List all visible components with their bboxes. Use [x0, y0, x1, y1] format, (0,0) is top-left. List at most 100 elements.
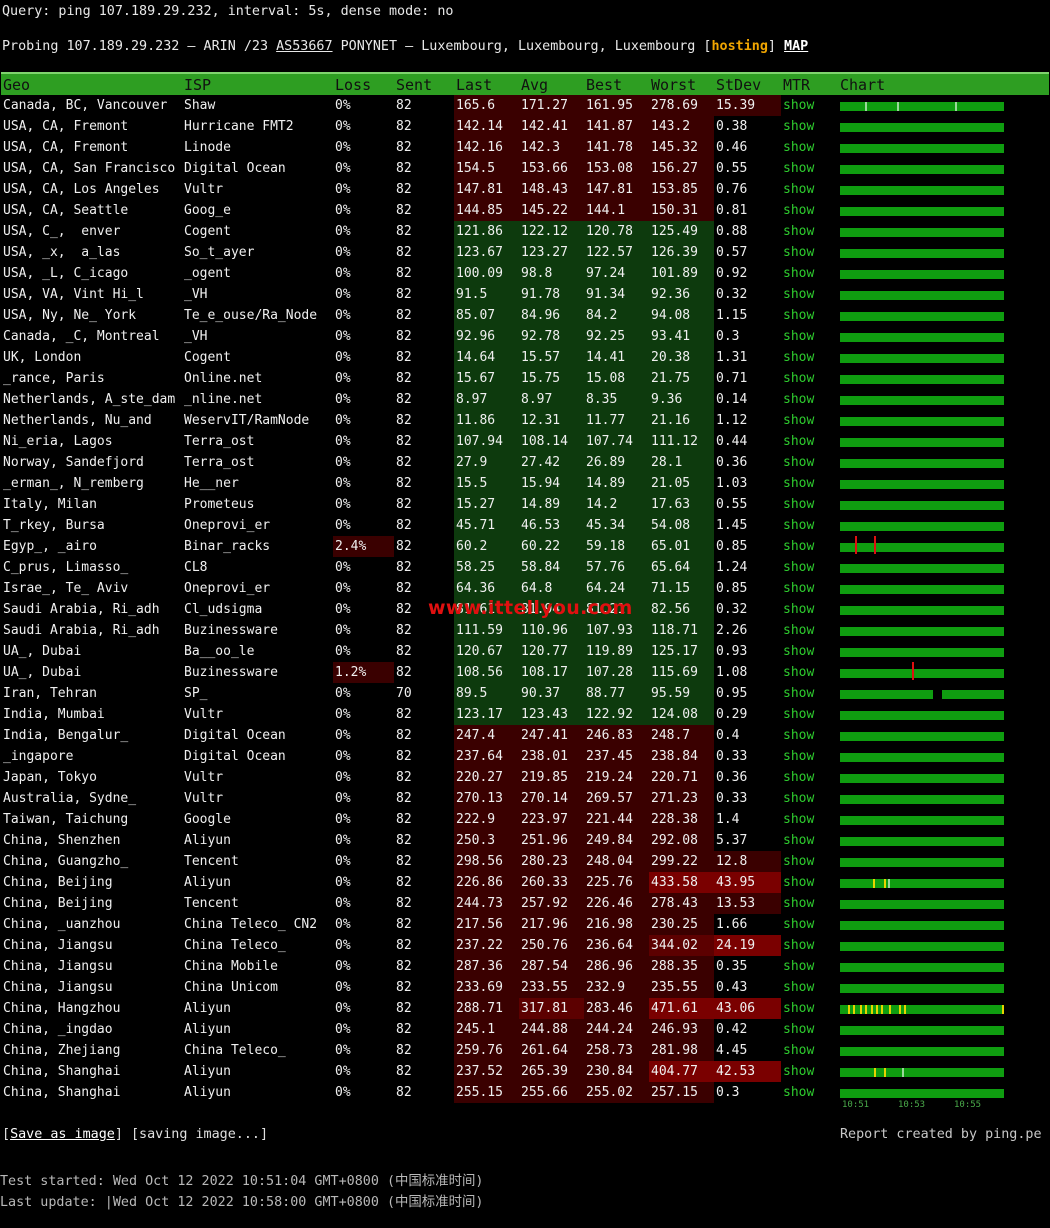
- mtr-show-link[interactable]: show: [781, 536, 838, 557]
- avg-cell: 123.43: [519, 704, 584, 725]
- mtr-show-link[interactable]: show: [781, 1082, 838, 1103]
- table-row: China, Zhejiang China Teleco_ 0% 82 259.76 26…: [1, 1040, 1049, 1061]
- mtr-show-link[interactable]: show: [781, 242, 838, 263]
- asn-link[interactable]: AS53667: [276, 39, 332, 54]
- mtr-show-link[interactable]: show: [781, 410, 838, 431]
- mtr-show-link[interactable]: show: [781, 620, 838, 641]
- geo-cell: China, Jiangsu: [3, 980, 113, 995]
- mtr-show-link[interactable]: show: [781, 851, 838, 872]
- isp-cell: Te_e_ouse/Ra_Node: [184, 308, 318, 323]
- last-cell: 288.71: [454, 998, 519, 1019]
- mtr-show-link[interactable]: show: [781, 347, 838, 368]
- mtr-show-link[interactable]: show: [781, 977, 838, 998]
- loss-cell: 0%: [335, 476, 351, 491]
- mtr-show-link[interactable]: show: [781, 872, 838, 893]
- geo-cell: UK, London: [3, 350, 82, 365]
- stdev-cell: 0.42: [716, 1022, 748, 1037]
- mtr-show-link[interactable]: show: [781, 830, 838, 851]
- map-link[interactable]: MAP: [784, 39, 808, 54]
- isp-cell: China Teleco_: [184, 938, 286, 953]
- loss-cell: 0%: [335, 938, 351, 953]
- loss-cell: 0%: [335, 1022, 351, 1037]
- mtr-show-link[interactable]: show: [781, 200, 838, 221]
- mtr-show-link[interactable]: show: [781, 95, 838, 116]
- last-cell: 64.36: [454, 578, 519, 599]
- geo-cell: USA, VA, Vint Hi_l: [3, 287, 144, 302]
- mtr-show-link[interactable]: show: [781, 116, 838, 137]
- chart-cell: [838, 242, 1049, 263]
- chart-cell: [838, 704, 1049, 725]
- chart-cell: [838, 725, 1049, 746]
- mtr-show-link[interactable]: show: [781, 179, 838, 200]
- isp-cell: Cogent: [184, 350, 231, 365]
- mtr-show-link[interactable]: show: [781, 368, 838, 389]
- stdev-cell: 0.81: [716, 203, 748, 218]
- mtr-show-link[interactable]: show: [781, 704, 838, 725]
- avg-cell: 98.8: [519, 263, 584, 284]
- loss-cell: 0%: [335, 791, 351, 806]
- mtr-show-link[interactable]: show: [781, 137, 838, 158]
- mtr-show-link[interactable]: show: [781, 1019, 838, 1040]
- best-cell: 91.34: [584, 284, 649, 305]
- latency-bar: [840, 228, 1004, 237]
- chart-axis-label: 10:55: [954, 1100, 982, 1110]
- mtr-show-link[interactable]: show: [781, 914, 838, 935]
- column-header: StDev: [714, 72, 781, 95]
- isp-cell: Buzinessware: [184, 665, 278, 680]
- mtr-show-link[interactable]: show: [781, 1040, 838, 1061]
- mtr-show-link[interactable]: show: [781, 158, 838, 179]
- probe-line: Probing 107.189.29.232 — ARIN /23 AS5366…: [2, 39, 808, 54]
- sent-cell: 82: [396, 917, 412, 932]
- best-cell: 246.83: [584, 725, 649, 746]
- mtr-show-link[interactable]: show: [781, 935, 838, 956]
- latency-spike: [887, 879, 890, 888]
- mtr-show-link[interactable]: show: [781, 473, 838, 494]
- worst-cell: 126.39: [649, 242, 714, 263]
- mtr-show-link[interactable]: show: [781, 788, 838, 809]
- mtr-show-link[interactable]: show: [781, 326, 838, 347]
- save-as-image-button[interactable]: Save as image: [10, 1127, 115, 1142]
- mtr-show-link[interactable]: show: [781, 515, 838, 536]
- latency-bar: [840, 837, 1004, 846]
- table-row: USA, C_, enver Cogent 0% 82 121.86 122.12 120.…: [1, 221, 1049, 242]
- stdev-cell: 0.38: [716, 119, 748, 134]
- mtr-show-link[interactable]: show: [781, 725, 838, 746]
- loss-cell: 0%: [335, 371, 351, 386]
- table-row: China, Jiangsu China Unicom 0% 82 233.69 233.…: [1, 977, 1049, 998]
- best-cell: 141.78: [584, 137, 649, 158]
- mtr-show-link[interactable]: show: [781, 452, 838, 473]
- mtr-show-link[interactable]: show: [781, 305, 838, 326]
- geo-cell: Iran, Tehran: [3, 686, 97, 701]
- chart-cell: [838, 788, 1049, 809]
- avg-cell: 123.27: [519, 242, 584, 263]
- column-header: Sent: [394, 72, 454, 95]
- last-cell: 8.97: [454, 389, 519, 410]
- mtr-show-link[interactable]: show: [781, 746, 838, 767]
- mtr-show-link[interactable]: show: [781, 389, 838, 410]
- mtr-show-link[interactable]: show: [781, 641, 838, 662]
- chart-cell: [838, 263, 1049, 284]
- mtr-show-link[interactable]: show: [781, 263, 838, 284]
- mtr-show-link[interactable]: show: [781, 221, 838, 242]
- latency-bar: [840, 585, 1004, 594]
- mtr-show-link[interactable]: show: [781, 284, 838, 305]
- mtr-show-link[interactable]: show: [781, 893, 838, 914]
- mtr-show-link[interactable]: show: [781, 956, 838, 977]
- mtr-show-link[interactable]: show: [781, 662, 838, 683]
- mtr-show-link[interactable]: show: [781, 557, 838, 578]
- latency-sparkline: [840, 935, 1049, 956]
- mtr-show-link[interactable]: show: [781, 683, 838, 704]
- latency-bar: [840, 753, 1004, 762]
- mtr-show-link[interactable]: show: [781, 998, 838, 1019]
- table-row: _erman_, N_remberg He__ner 0% 82 15.5 15.94 14…: [1, 473, 1049, 494]
- best-cell: 64.24: [584, 578, 649, 599]
- mtr-show-link[interactable]: show: [781, 599, 838, 620]
- last-cell: 144.85: [454, 200, 519, 221]
- mtr-show-link[interactable]: show: [781, 431, 838, 452]
- stdev-cell: 1.12: [716, 413, 748, 428]
- mtr-show-link[interactable]: show: [781, 1061, 838, 1082]
- mtr-show-link[interactable]: show: [781, 578, 838, 599]
- mtr-show-link[interactable]: show: [781, 494, 838, 515]
- mtr-show-link[interactable]: show: [781, 809, 838, 830]
- mtr-show-link[interactable]: show: [781, 767, 838, 788]
